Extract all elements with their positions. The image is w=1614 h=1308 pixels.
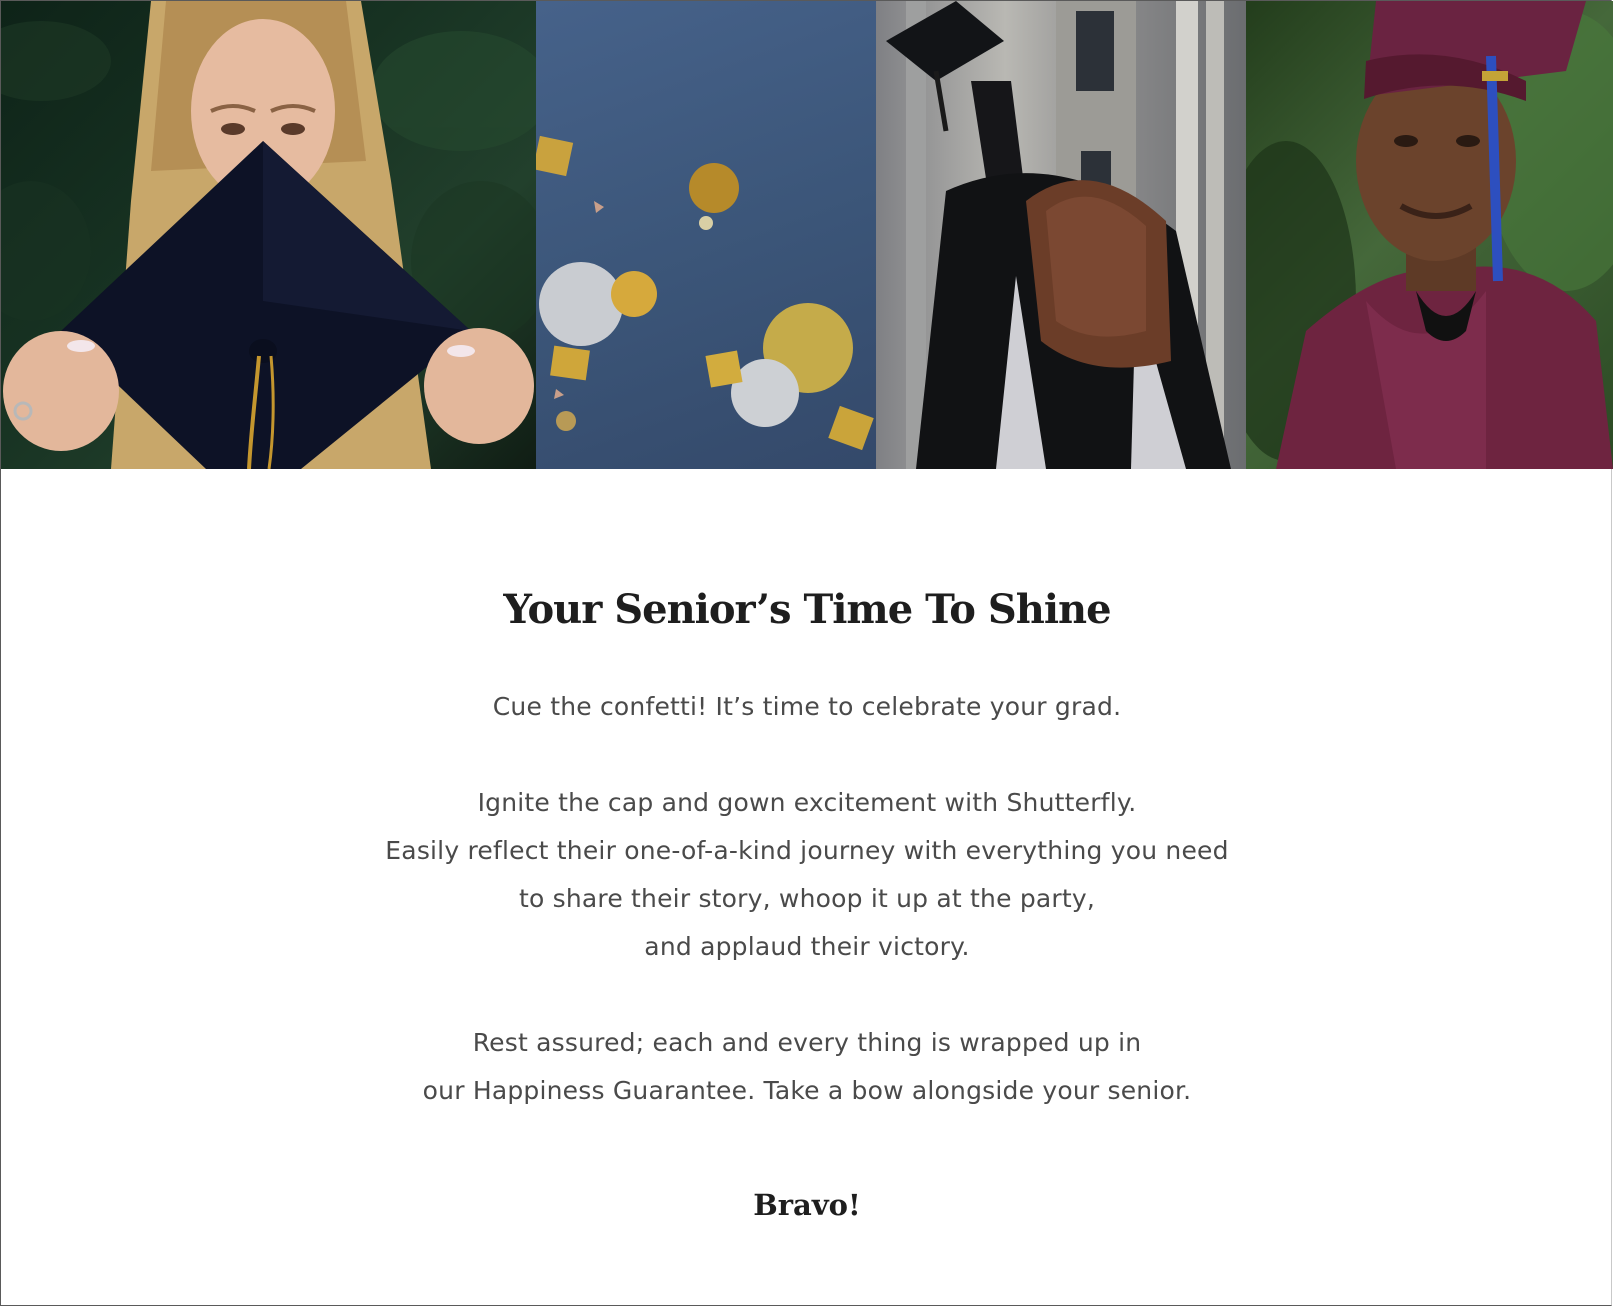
grad-holding-cap-photo [1, 1, 536, 469]
intro-text: Cue the confetti! It’s time to celebrate… [492, 692, 1122, 721]
signoff-text: Bravo! [753, 1188, 861, 1222]
grad-tossing-cap-photo [876, 1, 1246, 469]
body-line: to share their story, whoop it up at the… [518, 884, 1096, 913]
body-line: and applaud their victory. [644, 932, 970, 961]
guarantee-line: our Happiness Guarantee. Take a bow alon… [422, 1076, 1192, 1105]
grad-maroon-gown-photo [1246, 1, 1613, 469]
body-line: Ignite the cap and gown excitement with … [477, 788, 1137, 817]
hero-image-strip [1, 1, 1613, 469]
page-headline: Your Senior’s Time To Shine [503, 586, 1111, 633]
main-content: Your Senior’s Time To Shine Cue the conf… [0, 470, 1614, 1306]
guarantee-line: Rest assured; each and every thing is wr… [472, 1028, 1142, 1057]
confetti-on-blue-photo [536, 1, 876, 469]
body-line: Easily reflect their one-of-a-kind journ… [385, 836, 1229, 865]
